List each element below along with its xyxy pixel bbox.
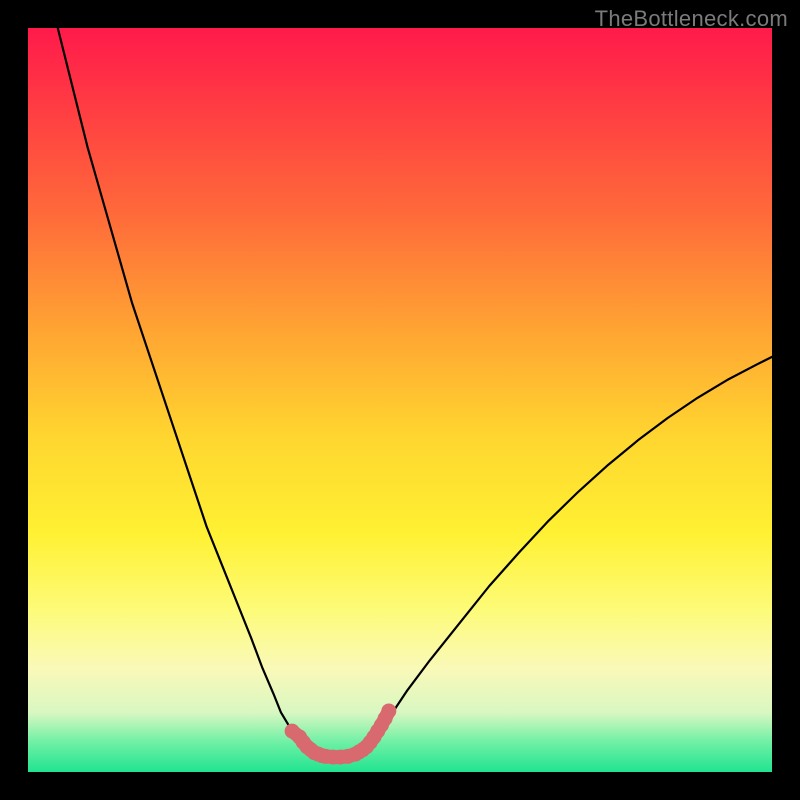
bottleneck-curve — [58, 28, 772, 757]
plot-area — [28, 28, 772, 772]
chart-frame: TheBottleneck.com — [0, 0, 800, 800]
watermark-text: TheBottleneck.com — [595, 6, 788, 32]
curve-layer — [28, 28, 772, 772]
marker-bead — [381, 703, 396, 718]
